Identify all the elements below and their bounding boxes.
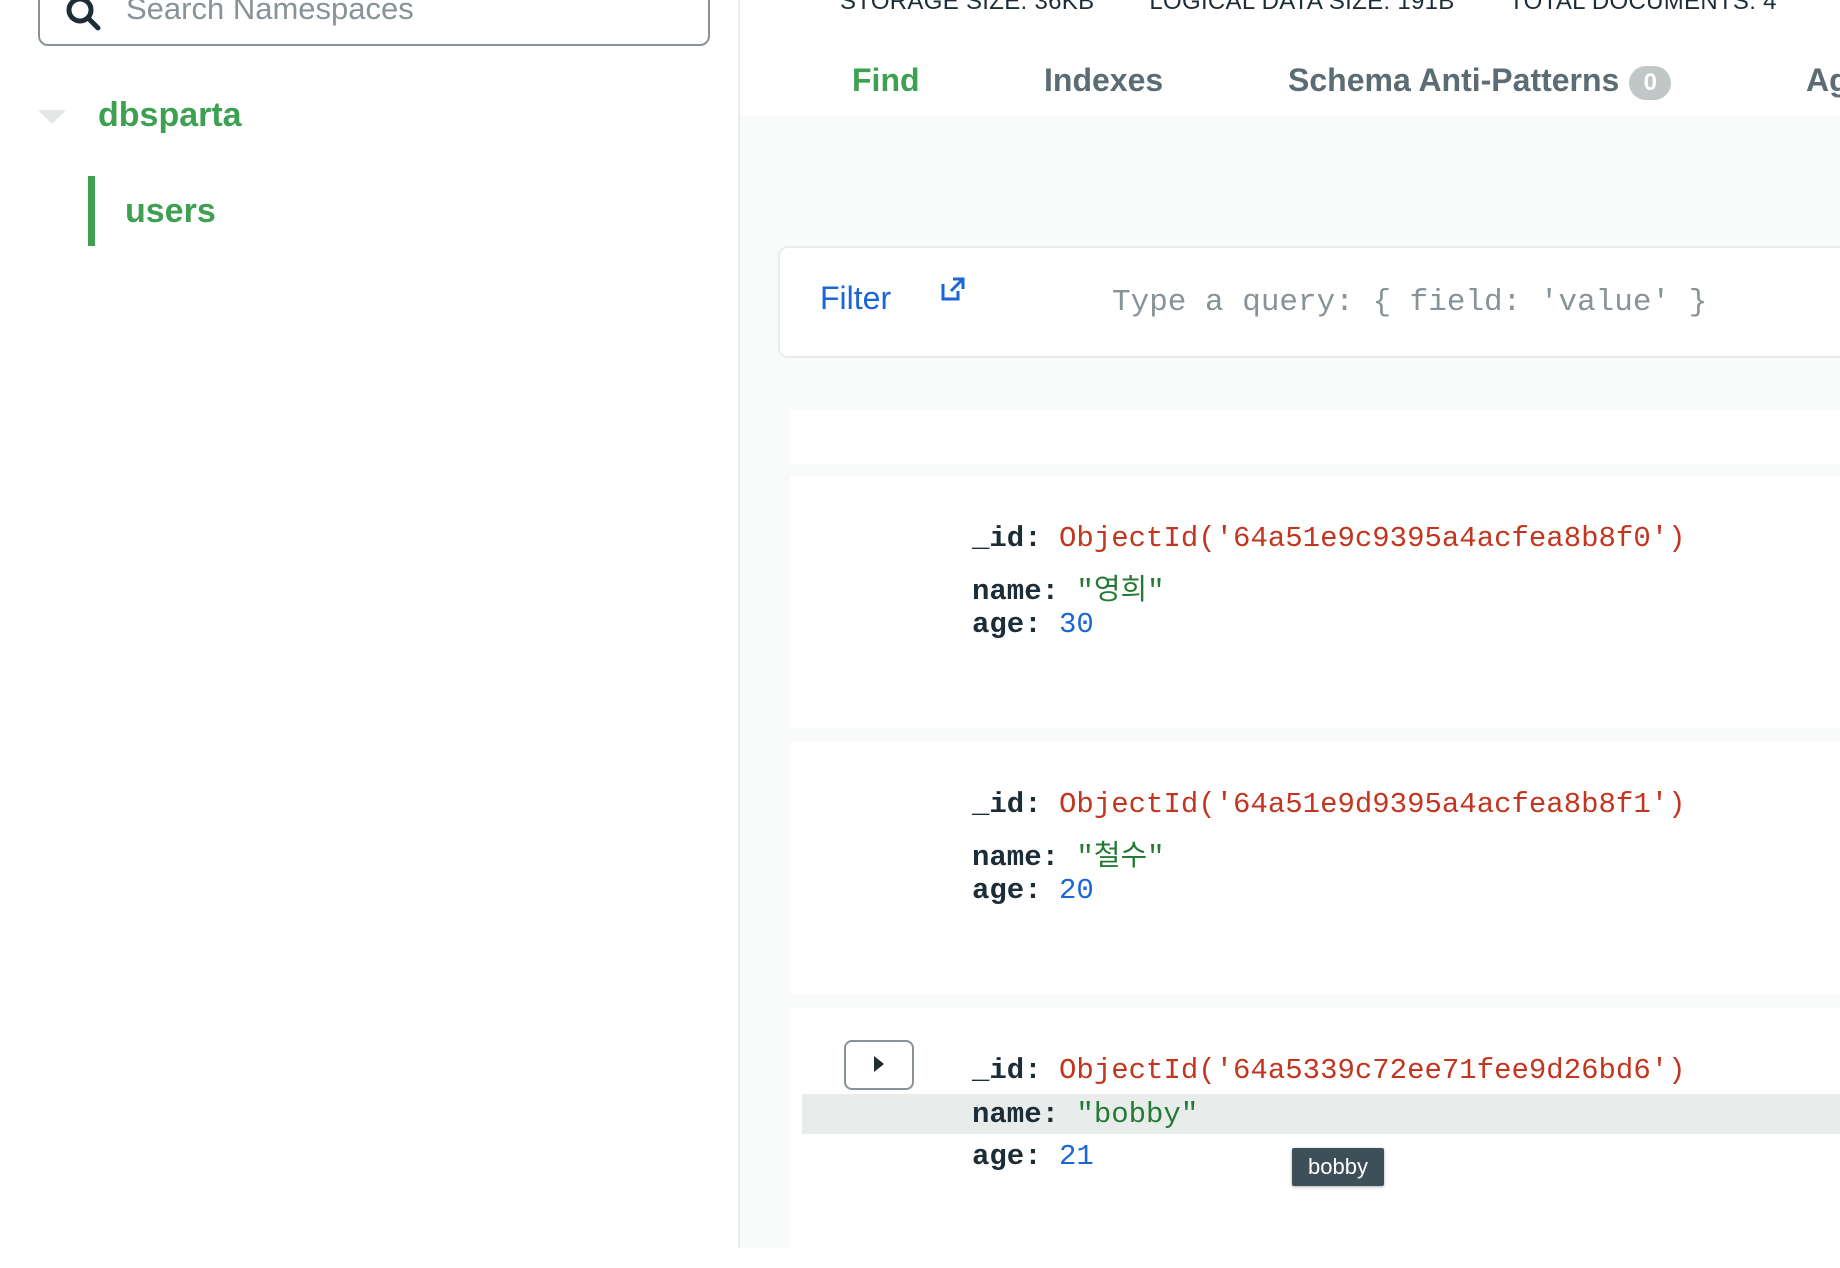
query-bar: Filter <box>778 246 1840 358</box>
expand-document-button[interactable] <box>844 1040 914 1090</box>
tab-indexes[interactable]: Indexes <box>1044 62 1163 99</box>
tab-label: Schema Anti-Patterns <box>1288 62 1620 98</box>
count-badge: 0 <box>1629 65 1672 100</box>
storage-size-stat: STORAGE SIZE: 36KB <box>840 0 1095 15</box>
document-card[interactable]: _id: ObjectId('64a5339c72ee71fee9d26bd6'… <box>790 1008 1840 1268</box>
logical-data-size-stat: LOGICAL DATA SIZE: 191B <box>1149 0 1455 15</box>
document-field-id: _id: ObjectId('64a51e9d9395a4acfea8b8f1'… <box>972 788 1686 828</box>
caret-right-icon <box>874 1056 884 1072</box>
hovered-row-highlight <box>802 1094 1840 1134</box>
field-value: 21 <box>1059 1140 1094 1173</box>
total-documents-stat: TOTAL DOCUMENTS: 4 <box>1509 0 1777 15</box>
field-value: ObjectId('64a51e9c9395a4acfea8b8f0') <box>1059 522 1686 555</box>
database-name: dbsparta <box>98 96 242 134</box>
tab-schema-anti-patterns[interactable]: Schema Anti-Patterns 0 <box>1288 62 1672 100</box>
field-value: 30 <box>1059 608 1094 641</box>
field-key: name: <box>972 575 1060 608</box>
document-field-name: name: "철수" <box>972 832 1165 874</box>
collection-header: STORAGE SIZE: 36KB LOGICAL DATA SIZE: 19… <box>740 0 1840 116</box>
query-input[interactable] <box>1110 276 1814 328</box>
collection-stats: STORAGE SIZE: 36KB LOGICAL DATA SIZE: 19… <box>840 0 1825 16</box>
results-toolbar <box>790 410 1840 464</box>
collection-name: users <box>125 192 216 230</box>
collection-item-users[interactable]: users <box>88 176 728 246</box>
field-key: _id: <box>972 788 1042 821</box>
filter-link[interactable]: Filter <box>820 280 891 317</box>
field-key: _id: <box>972 1054 1042 1087</box>
document-field-age: age: 21 <box>972 1140 1094 1180</box>
tab-aggregations[interactable]: Ag <box>1806 62 1840 99</box>
field-value: ObjectId('64a5339c72ee71fee9d26bd6') <box>1059 1054 1686 1087</box>
document-field-name: name: "영희" <box>972 566 1165 608</box>
caret-down-icon[interactable] <box>38 110 66 124</box>
field-value: "영희" <box>1076 575 1165 608</box>
active-indicator <box>88 176 95 246</box>
namespace-search-box[interactable] <box>38 0 710 46</box>
namespace-search-input[interactable] <box>124 0 688 30</box>
field-key: age: <box>972 608 1042 641</box>
field-value: "철수" <box>1076 841 1165 874</box>
sidebar: dbsparta users <box>0 0 740 1248</box>
field-value[interactable]: "bobby" <box>1076 1098 1198 1131</box>
field-value: 20 <box>1059 874 1094 907</box>
document-card[interactable]: _id: ObjectId('64a51e9d9395a4acfea8b8f1'… <box>790 742 1840 994</box>
search-icon <box>66 0 101 31</box>
field-key: name: <box>972 841 1060 874</box>
document-field-id: _id: ObjectId('64a5339c72ee71fee9d26bd6'… <box>972 1054 1686 1094</box>
main-panel: STORAGE SIZE: 36KB LOGICAL DATA SIZE: 19… <box>740 0 1840 1268</box>
document-field-age: age: 30 <box>972 608 1094 648</box>
document-field-id: _id: ObjectId('64a51e9c9395a4acfea8b8f0'… <box>972 522 1686 562</box>
document-card[interactable]: _id: ObjectId('64a51e9c9395a4acfea8b8f0'… <box>790 476 1840 728</box>
field-key: _id: <box>972 522 1042 555</box>
tab-find[interactable]: Find <box>852 62 920 99</box>
database-item-dbsparta[interactable]: dbsparta <box>0 92 738 148</box>
document-field-age: age: 20 <box>972 874 1094 914</box>
value-tooltip: bobby <box>1292 1148 1384 1186</box>
field-key: name: <box>972 1098 1060 1131</box>
document-field-name[interactable]: name: "bobby" <box>972 1098 1198 1138</box>
field-key: age: <box>972 874 1042 907</box>
external-link-icon[interactable] <box>940 276 966 302</box>
field-key: age: <box>972 1140 1042 1173</box>
field-value: ObjectId('64a51e9d9395a4acfea8b8f1') <box>1059 788 1686 821</box>
